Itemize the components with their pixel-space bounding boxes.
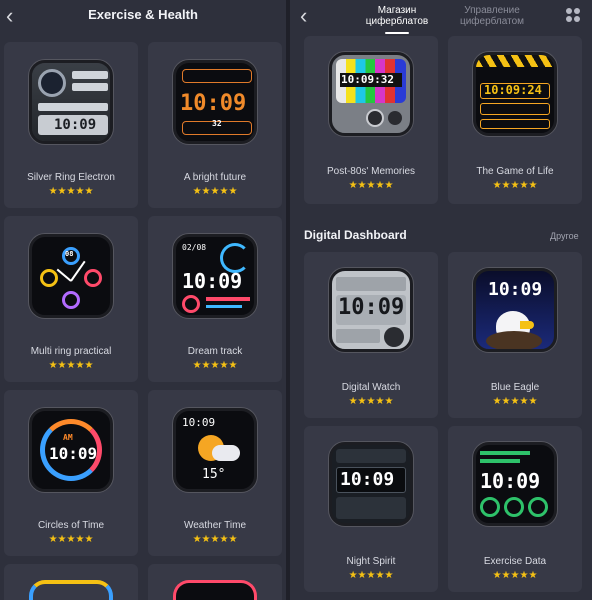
rating-stars: ★★★★★ — [492, 180, 538, 191]
watchface-card-night-spirit[interactable]: 10:09 Night Spirit ★★★★★ — [304, 426, 438, 592]
watchface-card-blue-eagle[interactable]: 10:09 Blue Eagle ★★★★★ — [448, 252, 582, 418]
watchface-card-partial[interactable] — [148, 564, 282, 600]
back-chevron-icon[interactable]: ‹ — [300, 5, 316, 27]
watchface-card-silver-ring[interactable]: 10:09 Silver Ring Electron ★★★★★ — [4, 42, 138, 208]
watchface-card-partial[interactable] — [4, 564, 138, 600]
watchface-name: Weather Time — [183, 520, 247, 531]
watchface-name: The Game of Life — [476, 166, 554, 177]
watchface-store-panel: ‹ Магазин циферблатов Управление цифербл… — [290, 0, 592, 600]
watchface-preview: 02/08 10:09 — [173, 234, 257, 318]
watchface-preview: 10:09 — [473, 268, 557, 352]
active-tab-indicator — [385, 32, 409, 34]
watchface-card-multi-ring[interactable]: 08 Multi ring practical ★★★★★ — [4, 216, 138, 382]
watchface-preview: 10:09:32 — [329, 52, 413, 136]
rating-stars: ★★★★★ — [492, 570, 538, 581]
watchface-preview: 08 — [29, 234, 113, 318]
watchface-card-exercise-data[interactable]: 10:09 Exercise Data ★★★★★ — [448, 426, 582, 592]
watchface-preview: 10:09 15° — [173, 408, 257, 492]
rating-stars: ★★★★★ — [348, 570, 394, 581]
watchface-card-digital-watch[interactable]: 10:09 Digital Watch ★★★★★ — [304, 252, 438, 418]
watchface-name: Exercise Data — [483, 556, 547, 567]
watchface-card-weather-time[interactable]: 10:09 15° Weather Time ★★★★★ — [148, 390, 282, 556]
grid-dots-icon[interactable] — [566, 8, 580, 22]
watchface-name: Night Spirit — [346, 556, 396, 567]
rating-stars: ★★★★★ — [492, 396, 538, 407]
watchface-preview: 10:09 — [29, 60, 113, 144]
watchface-preview: 10:09 — [329, 442, 413, 526]
exercise-health-panel: ‹ Exercise & Health 10:09 Silver Ring El… — [0, 0, 286, 600]
rating-stars: ★★★★★ — [192, 534, 238, 545]
watchface-card-bright-future[interactable]: 10:09 32 A bright future ★★★★★ — [148, 42, 282, 208]
watchface-name: Silver Ring Electron — [27, 172, 115, 183]
watchface-preview: 10:09 — [473, 442, 557, 526]
tab-watchface-store[interactable]: Магазин циферблатов — [359, 5, 435, 27]
watchface-name: Dream track — [187, 346, 243, 357]
watchface-card-dream-track[interactable]: 02/08 10:09 Dream track ★★★★★ — [148, 216, 282, 382]
section-more-link[interactable]: Другое — [550, 231, 579, 241]
tab-watchface-management[interactable]: Управление циферблатом — [450, 5, 534, 27]
watchface-preview: 10:09:24 — [473, 52, 557, 136]
watchface-name: Multi ring practical — [30, 346, 112, 357]
watchface-name: Digital Watch — [341, 382, 401, 393]
watchface-card-post-80s-memories[interactable]: 10:09:32 Post-80s' Memories ★★★★★ — [304, 36, 438, 204]
watchface-name: Blue Eagle — [490, 382, 540, 393]
rating-stars: ★★★★★ — [48, 534, 94, 545]
watchface-name: Circles of Time — [37, 520, 105, 531]
rating-stars: ★★★★★ — [348, 396, 394, 407]
watchface-card-circles-of-time[interactable]: AM 10:09 Circles of Time ★★★★★ — [4, 390, 138, 556]
watchface-name: Post-80s' Memories — [326, 166, 416, 177]
watchface-preview: 10:09 — [329, 268, 413, 352]
rating-stars: ★★★★★ — [192, 360, 238, 371]
rating-stars: ★★★★★ — [348, 180, 394, 191]
watchface-name: A bright future — [183, 172, 247, 183]
rating-stars: ★★★★★ — [192, 186, 238, 197]
watchface-card-game-of-life[interactable]: 10:09:24 The Game of Life ★★★★★ — [448, 36, 582, 204]
watchface-preview: AM 10:09 — [29, 408, 113, 492]
rating-stars: ★★★★★ — [48, 186, 94, 197]
rating-stars: ★★★★★ — [48, 360, 94, 371]
page-title: Exercise & Health — [88, 7, 198, 22]
section-title: Digital Dashboard — [304, 228, 407, 242]
watchface-preview: 10:09 32 — [173, 60, 257, 144]
